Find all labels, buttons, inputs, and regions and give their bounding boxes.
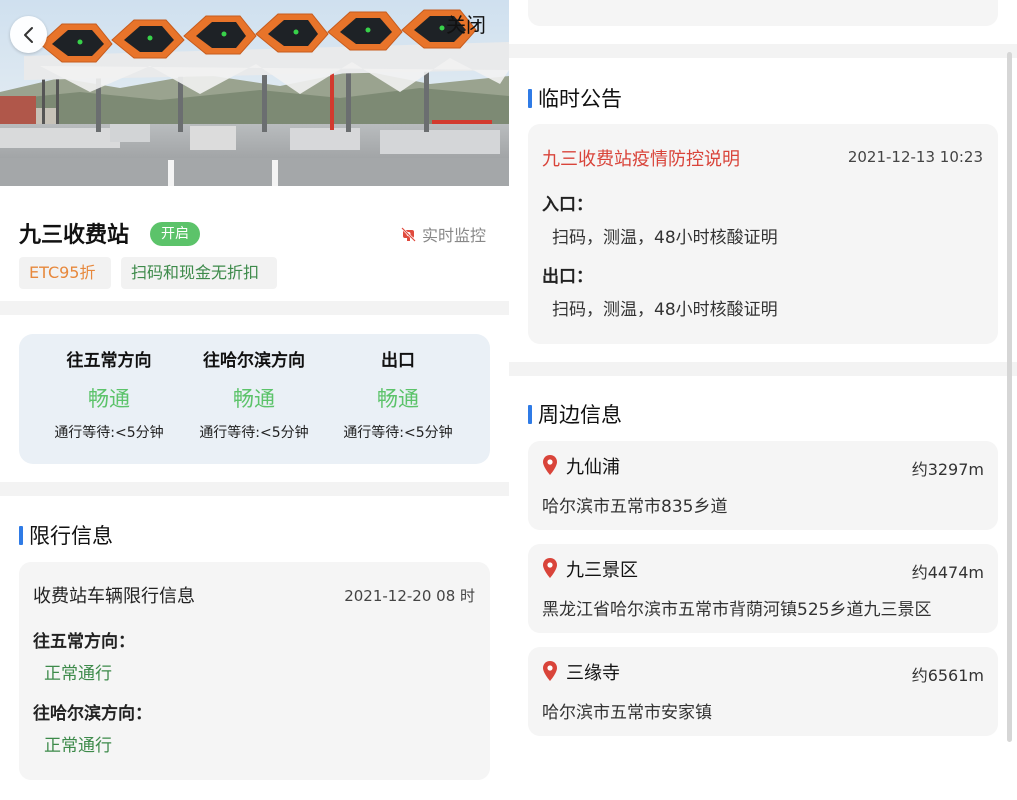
restriction-value-wuchang: 正常通行 — [44, 664, 112, 684]
live-monitor-button[interactable]: 实时监控 — [401, 222, 486, 246]
section-accent-bar — [528, 88, 532, 108]
restriction-value-harbin: 正常通行 — [44, 736, 112, 756]
notice-card[interactable]: 九三收费站疫情防控说明 2021-12-13 10:23 入口： 扫码，测温，4… — [528, 124, 998, 344]
poi-address: 哈尔滨市五常市安家镇 — [542, 703, 712, 723]
wait-time: 通行等待:<5分钟 — [199, 425, 309, 441]
poi-distance: 约3297m — [911, 460, 984, 479]
section-title-text: 限行信息 — [29, 524, 113, 548]
location-pin-icon — [543, 455, 557, 475]
notice-section-title: 临时公告 — [528, 83, 622, 113]
poi-address: 哈尔滨市五常市835乡道 — [542, 497, 728, 517]
restriction-card-title: 收费站车辆限行信息 — [33, 586, 195, 607]
poi-card-jiusan-scenic[interactable]: 九三景区 约4474m 黑龙江省哈尔滨市五常市背荫河镇525乡道九三景区 — [528, 544, 998, 633]
cash-no-discount-tag: 扫码和现金无折扣 — [121, 257, 277, 289]
toll-plaza-illustration — [0, 0, 509, 186]
wait-time: 通行等待:<5分钟 — [54, 425, 164, 441]
section-divider — [509, 362, 1017, 376]
direction-name: 往五常方向 — [66, 351, 152, 371]
announcement-pane: 临时公告 九三收费站疫情防控说明 2021-12-13 10:23 入口： 扫码… — [509, 0, 1017, 800]
back-button[interactable] — [10, 16, 47, 53]
back-arrow-icon — [23, 26, 33, 43]
direction-name: 出口 — [381, 351, 415, 371]
previous-card-edge — [528, 0, 998, 26]
notice-value-entry: 扫码，测温，48小时核酸证明 — [552, 228, 778, 248]
section-accent-bar — [19, 525, 23, 545]
poi-address: 黑龙江省哈尔滨市五常市背荫河镇525乡道九三景区 — [542, 600, 932, 620]
section-accent-bar — [528, 404, 532, 424]
section-divider — [0, 482, 509, 496]
notice-time: 2021-12-13 10:23 — [847, 148, 983, 166]
etc-discount-tag: ETC95折 — [19, 257, 111, 289]
restriction-label-harbin: 往哈尔滨方向： — [33, 704, 152, 724]
poi-name: 九仙浦 — [566, 457, 620, 478]
restriction-label-wuchang: 往五常方向： — [33, 632, 135, 652]
traffic-direction-harbin: 往哈尔滨方向 畅通 通行等待:<5分钟 — [184, 348, 324, 444]
section-title-text: 临时公告 — [538, 87, 622, 111]
restriction-card: 收费站车辆限行信息 2021-12-20 08 时 往五常方向： 正常通行 往哈… — [19, 562, 490, 780]
poi-name: 三缘寺 — [566, 663, 620, 684]
status-badge: 开启 — [150, 222, 200, 246]
traffic-direction-exit: 出口 畅通 通行等待:<5分钟 — [328, 348, 468, 444]
section-divider — [0, 301, 509, 315]
poi-distance: 约6561m — [911, 666, 984, 685]
notice-label-entry: 入口： — [542, 195, 593, 215]
poi-distance: 约4474m — [911, 563, 984, 582]
traffic-state: 畅通 — [233, 387, 275, 411]
section-title-text: 周边信息 — [538, 403, 622, 427]
station-detail-pane: 关闭 九三收费站 开启 实时监控 ETC95折 扫码和现金无折扣 往五常方向 畅… — [0, 0, 509, 800]
nearby-section-title: 周边信息 — [528, 399, 622, 429]
restriction-time: 2021-12-20 08 时 — [344, 587, 475, 605]
section-divider — [509, 44, 1017, 58]
poi-card-jiuxianpu[interactable]: 九仙浦 约3297m 哈尔滨市五常市835乡道 — [528, 441, 998, 530]
poi-name: 九三景区 — [566, 560, 638, 581]
live-monitor-label: 实时监控 — [422, 226, 487, 245]
station-photo: 关闭 — [0, 0, 509, 186]
scrollbar[interactable] — [1007, 52, 1012, 742]
notice-label-exit: 出口： — [542, 267, 593, 287]
traffic-status-card: 往五常方向 畅通 通行等待:<5分钟 往哈尔滨方向 畅通 通行等待:<5分钟 出… — [19, 334, 490, 464]
traffic-direction-wuchang: 往五常方向 畅通 通行等待:<5分钟 — [39, 348, 179, 444]
wait-time: 通行等待:<5分钟 — [343, 425, 453, 441]
notice-value-exit: 扫码，测温，48小时核酸证明 — [552, 300, 778, 320]
traffic-state: 畅通 — [377, 387, 419, 411]
poi-card-sanyuan-temple[interactable]: 三缘寺 约6561m 哈尔滨市五常市安家镇 — [528, 647, 998, 736]
location-pin-icon — [543, 558, 557, 578]
direction-name: 往哈尔滨方向 — [203, 351, 305, 371]
location-pin-icon — [543, 661, 557, 681]
station-name: 九三收费站 — [19, 223, 130, 248]
notice-title: 九三收费站疫情防控说明 — [542, 149, 740, 170]
monitor-off-icon — [401, 226, 416, 242]
traffic-state: 畅通 — [88, 387, 130, 411]
page: 关闭 九三收费站 开启 实时监控 ETC95折 扫码和现金无折扣 往五常方向 畅… — [0, 0, 1017, 800]
close-button[interactable]: 关闭 — [446, 9, 486, 38]
restriction-section-title: 限行信息 — [19, 520, 113, 550]
